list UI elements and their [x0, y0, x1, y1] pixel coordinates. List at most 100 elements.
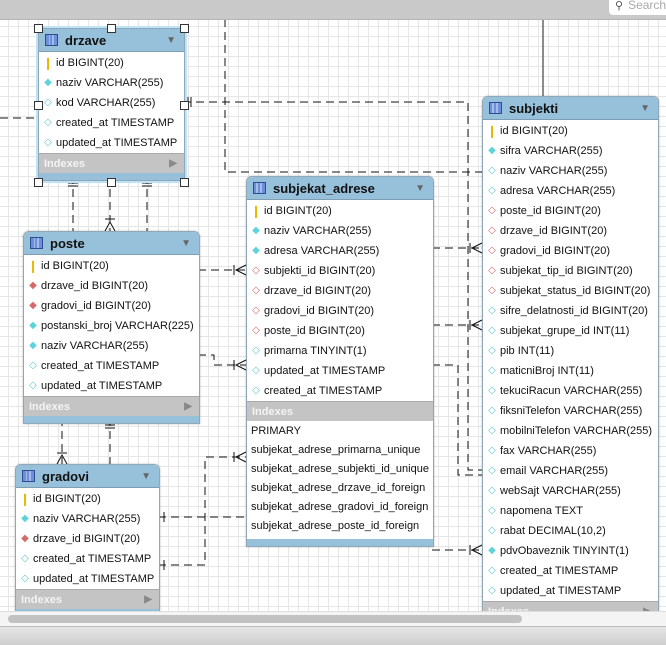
collapse-toggle-icon[interactable]: ▼ [141, 471, 151, 482]
table-header[interactable]: gradovi ▼ [16, 465, 159, 488]
index-row[interactable]: subjekat_adrese_subjekti_id_unique [247, 459, 433, 478]
index-row[interactable]: PRIMARY [247, 421, 433, 440]
collapse-toggle-icon[interactable]: ▼ [181, 238, 191, 249]
indexes-section-header[interactable]: Indexes▶ [24, 396, 199, 416]
table-subjekti[interactable]: subjekti ▼ ❙ id BIGINT(20) ◆ sifra VARCHAR(25… [482, 96, 659, 611]
index-row[interactable]: subjekat_adrese_drzave_id_foreign [247, 478, 433, 497]
column-row[interactable]: ◆ adresa VARCHAR(255) [247, 241, 433, 261]
column-row[interactable]: ◇ drzave_id BIGINT(20) [483, 221, 658, 241]
column-row[interactable]: ◇ subjekat_status_id BIGINT(20) [483, 281, 658, 301]
horizontal-scrollbar[interactable] [0, 611, 666, 627]
column-row[interactable]: ◆ drzave_id BIGINT(20) [16, 529, 159, 549]
column-row[interactable]: ◆ naziv VARCHAR(255) [16, 509, 159, 529]
column-row[interactable]: ◆ gradovi_id BIGINT(20) [24, 296, 199, 316]
diagram-canvas[interactable]: drzave ▼ ❙ id BIGINT(20) ◆ naziv VARCHAR(255)… [0, 20, 666, 611]
column-row[interactable]: ◇ poste_id BIGINT(20) [483, 201, 658, 221]
indexes-section-header[interactable]: Indexes▶ [39, 153, 184, 173]
table-drzave[interactable]: drzave ▼ ❙ id BIGINT(20) ◆ naziv VARCHAR(255)… [38, 28, 185, 181]
column-row[interactable]: ◆ drzave_id BIGINT(20) [24, 276, 199, 296]
scrollbar-thumb[interactable] [8, 615, 522, 623]
resize-handle[interactable] [180, 178, 189, 187]
relationship-line [432, 364, 482, 476]
column-row[interactable]: ❙ id BIGINT(20) [24, 256, 199, 276]
table-header[interactable]: subjekat_adrese ▼ [247, 177, 433, 200]
indexes-section-header[interactable]: Indexes [247, 401, 433, 421]
column-nullable-icon: ◇ [488, 465, 496, 476]
indexes-section-header[interactable]: Indexes▶ [16, 589, 159, 609]
column-row[interactable]: ❙ id BIGINT(20) [483, 121, 658, 141]
column-row[interactable]: ◇ sifre_delatnosti_id BIGINT(20) [483, 301, 658, 321]
column-row[interactable]: ◇ email VARCHAR(255) [483, 461, 658, 481]
column-row[interactable]: ◇ updated_at TIMESTAMP [39, 133, 184, 153]
column-row[interactable]: ◆ naziv VARCHAR(255) [247, 221, 433, 241]
resize-handle[interactable] [34, 178, 43, 187]
column-row[interactable]: ◇ created_at TIMESTAMP [39, 113, 184, 133]
column-row[interactable]: ❙ id BIGINT(20) [247, 201, 433, 221]
resize-handle[interactable] [106, 24, 116, 33]
column-row[interactable]: ◇ gradovi_id BIGINT(20) [247, 301, 433, 321]
collapse-toggle-icon[interactable]: ▼ [415, 183, 425, 194]
column-row[interactable]: ◆ naziv VARCHAR(255) [39, 73, 184, 93]
column-row[interactable]: ◆ naziv VARCHAR(255) [24, 336, 199, 356]
column-row[interactable]: ◇ updated_at TIMESTAMP [24, 376, 199, 396]
column-row[interactable]: ◇ poste_id BIGINT(20) [247, 321, 433, 341]
table-header[interactable]: poste ▼ [24, 232, 199, 255]
foreign-key-nullable-icon: ◇ [252, 325, 260, 336]
column-row[interactable]: ◇ drzave_id BIGINT(20) [247, 281, 433, 301]
column-row[interactable]: ◇ rabat DECIMAL(10,2) [483, 521, 658, 541]
column-row[interactable]: ◇ napomena TEXT [483, 501, 658, 521]
indexes-section-header[interactable]: Indexes▶ [483, 601, 658, 611]
resize-handle[interactable] [34, 100, 43, 110]
column-row[interactable]: ◇ maticniBroj INT(11) [483, 361, 658, 381]
column-row[interactable]: ◇ tekuciRacun VARCHAR(255) [483, 381, 658, 401]
resize-handle[interactable] [106, 178, 116, 187]
resize-handle[interactable] [180, 100, 189, 110]
column-row[interactable]: ◇ created_at TIMESTAMP [247, 381, 433, 401]
column-not-null-icon: ◆ [252, 245, 260, 256]
table-gradovi[interactable]: gradovi ▼ ❙ id BIGINT(20) ◆ naziv VARCHAR(255… [15, 464, 160, 611]
column-row[interactable]: ◇ gradovi_id BIGINT(20) [483, 241, 658, 261]
collapse-toggle-icon[interactable]: ▼ [166, 35, 176, 46]
column-row[interactable]: ◇ pib INT(11) [483, 341, 658, 361]
resize-handle[interactable] [34, 24, 43, 33]
column-row[interactable]: ◇ updated_at TIMESTAMP [247, 361, 433, 381]
column-row[interactable]: ◇ subjekat_tip_id BIGINT(20) [483, 261, 658, 281]
column-row[interactable]: ❙ id BIGINT(20) [16, 489, 159, 509]
column-row[interactable]: ◇ mobilniTelefon VARCHAR(255) [483, 421, 658, 441]
column-row[interactable]: ◇ fax VARCHAR(255) [483, 441, 658, 461]
search-input[interactable]: ⚲ Search [608, 0, 666, 16]
column-row[interactable]: ◇ fiksniTelefon VARCHAR(255) [483, 401, 658, 421]
column-label: fiksniTelefon VARCHAR(255) [500, 405, 643, 417]
table-header[interactable]: subjekti ▼ [483, 97, 658, 120]
column-row[interactable]: ◇ updated_at TIMESTAMP [483, 581, 658, 601]
column-row[interactable]: ◆ sifra VARCHAR(255) [483, 141, 658, 161]
column-row[interactable]: ◇ webSajt VARCHAR(255) [483, 481, 658, 501]
table-poste[interactable]: poste ▼ ❙ id BIGINT(20) ◆ drzave_id BIGINT(20… [23, 231, 200, 424]
column-row[interactable]: ◇ adresa VARCHAR(255) [483, 181, 658, 201]
index-row[interactable]: subjekat_adrese_gradovi_id_foreign [247, 497, 433, 516]
chevron-right-icon[interactable]: ▶ [169, 158, 177, 169]
index-row[interactable]: subjekat_adrese_primarna_unique [247, 440, 433, 459]
collapse-toggle-icon[interactable]: ▼ [640, 103, 650, 114]
index-row[interactable]: subjekat_adrese_poste_id_foreign [247, 516, 433, 535]
chevron-right-icon[interactable]: ▶ [184, 401, 192, 412]
column-row[interactable]: ❙ id BIGINT(20) [39, 53, 184, 73]
column-row[interactable]: ◇ created_at TIMESTAMP [16, 549, 159, 569]
foreign-key-nullable-icon: ◇ [488, 205, 496, 216]
column-label: updated_at TIMESTAMP [41, 380, 163, 392]
column-row[interactable]: ◇ kod VARCHAR(255) [39, 93, 184, 113]
column-label: rabat DECIMAL(10,2) [500, 525, 606, 537]
resize-handle[interactable] [180, 24, 189, 33]
column-row[interactable]: ◇ updated_at TIMESTAMP [16, 569, 159, 589]
column-row[interactable]: ◇ primarna TINYINT(1) [247, 341, 433, 361]
column-row[interactable]: ◇ created_at TIMESTAMP [24, 356, 199, 376]
column-row[interactable]: ◇ subjekat_grupe_id INT(11) [483, 321, 658, 341]
column-row[interactable]: ◆ postanski_broj VARCHAR(225) [24, 316, 199, 336]
table-subjekat_adrese[interactable]: subjekat_adrese ▼ ❙ id BIGINT(20) ◆ naziv VAR… [246, 176, 434, 547]
chevron-right-icon[interactable]: ▶ [144, 594, 152, 605]
column-row[interactable]: ◆ pdvObaveznik TINYINT(1) [483, 541, 658, 561]
column-row[interactable]: ◇ subjekti_id BIGINT(20) [247, 261, 433, 281]
column-label: drzave_id BIGINT(20) [41, 280, 148, 292]
column-row[interactable]: ◇ naziv VARCHAR(255) [483, 161, 658, 181]
column-row[interactable]: ◇ created_at TIMESTAMP [483, 561, 658, 581]
